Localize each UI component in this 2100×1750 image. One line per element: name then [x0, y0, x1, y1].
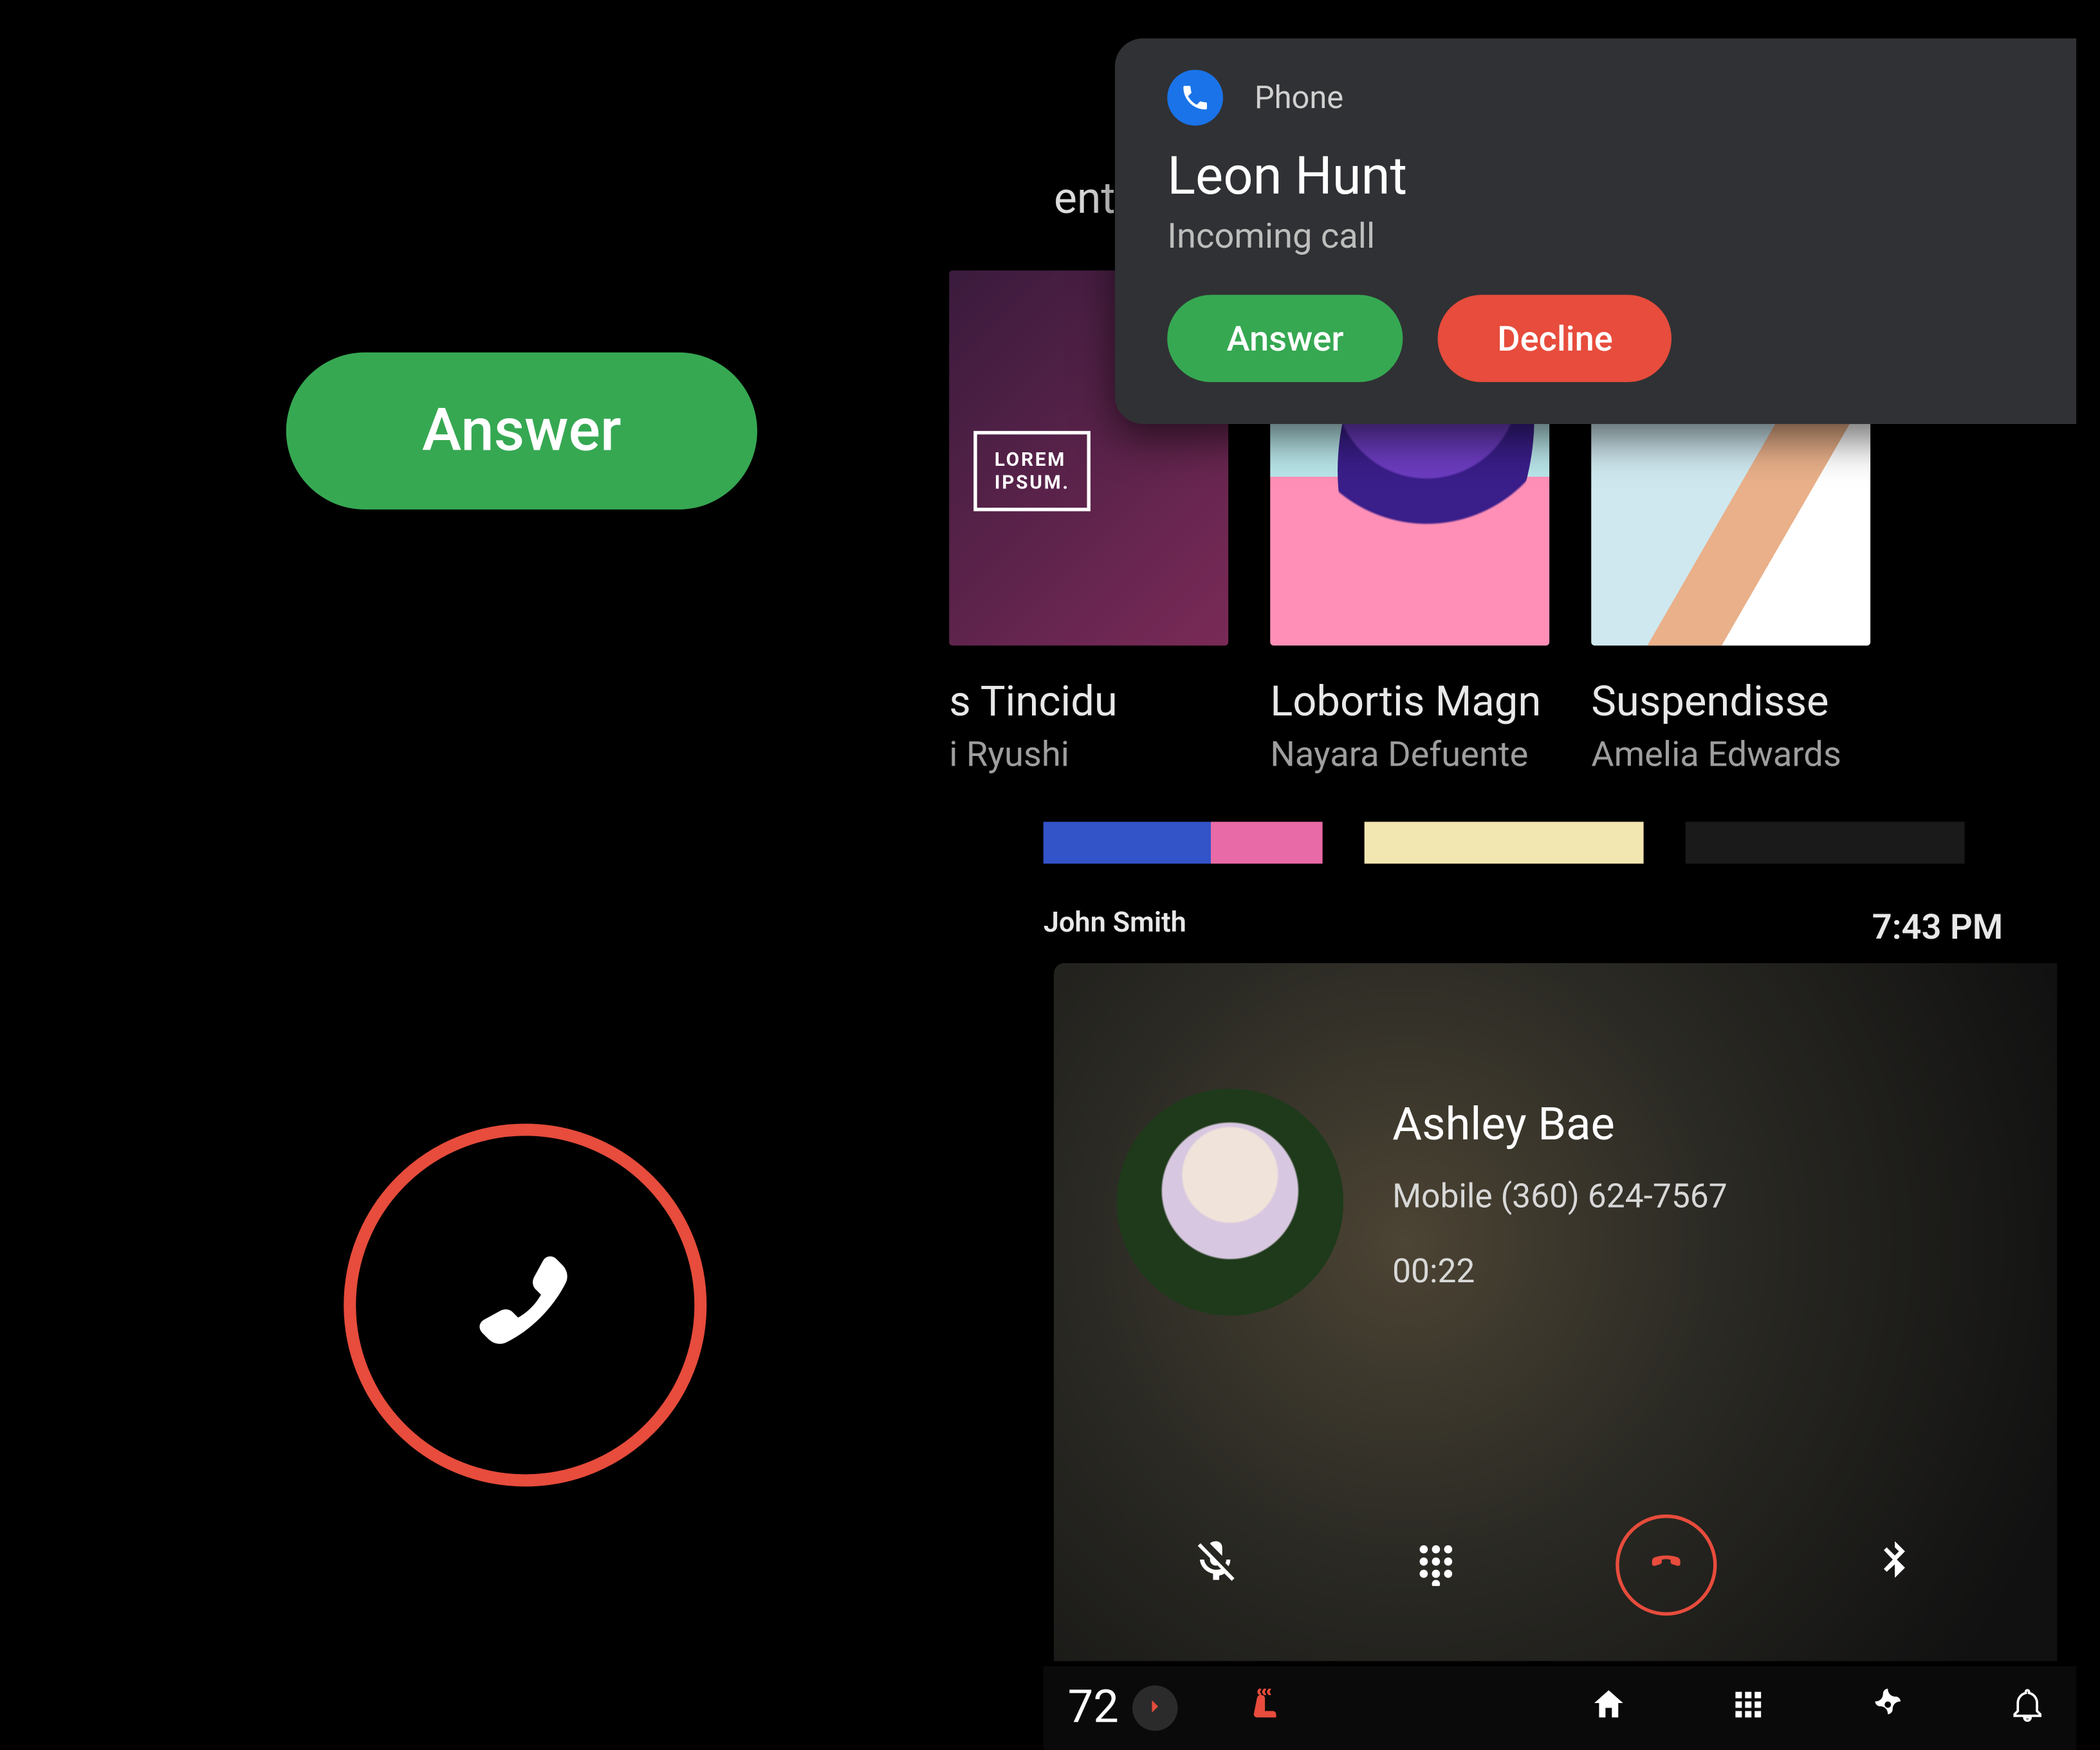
- status-clock: 7:43 PM: [1872, 905, 2003, 947]
- bluetooth-button[interactable]: [1853, 1523, 1937, 1607]
- bell-icon: [2008, 1686, 2047, 1731]
- apps-button[interactable]: [1713, 1686, 1783, 1731]
- bluetooth-icon: [1870, 1537, 1919, 1593]
- home-icon: [1590, 1686, 1628, 1731]
- incoming-call-card: Phone Leon Hunt Incoming call Answer Dec…: [1115, 39, 2076, 424]
- mute-button[interactable]: [1174, 1523, 1258, 1607]
- system-navbar: 72: [1044, 1666, 2076, 1750]
- dialpad-icon: [1412, 1537, 1461, 1593]
- home-button[interactable]: [1574, 1686, 1643, 1731]
- media-subtitle: Nayara Defuente: [1270, 733, 1549, 775]
- end-call-icon: [447, 1223, 603, 1387]
- media-title: s Tincidu: [949, 677, 1228, 726]
- dialpad-button[interactable]: [1395, 1523, 1478, 1607]
- notifications-button[interactable]: [1993, 1686, 2062, 1731]
- status-bar: John Smith 7:43 PM: [1044, 905, 2076, 947]
- media-carousel-row2-peek: [1044, 822, 1965, 863]
- decline-button-label: Decline: [1497, 318, 1613, 360]
- apps-grid-icon: [1729, 1686, 1767, 1731]
- media-title: Lobortis Magn: [1270, 677, 1549, 726]
- temperature-expand-button[interactable]: [1133, 1686, 1179, 1731]
- media-thumbnail-peek: [1365, 822, 1644, 863]
- answer-button-large-label: Answer: [422, 396, 622, 466]
- end-call-button[interactable]: [1615, 1515, 1716, 1616]
- answer-button-label: Answer: [1226, 318, 1343, 360]
- chevron-right-icon: [1143, 1691, 1168, 1725]
- media-thumbnail-peek: [1686, 822, 1965, 863]
- ongoing-call-name: Ashley Bae: [1392, 1099, 1727, 1151]
- phone-app-icon: [1167, 69, 1223, 125]
- incoming-call-app-label: Phone: [1255, 79, 1343, 116]
- fan-button[interactable]: [1853, 1686, 1922, 1731]
- contact-avatar: [1117, 1089, 1344, 1316]
- media-subtitle: i Ryushi: [949, 733, 1228, 775]
- decline-button[interactable]: Decline: [1438, 295, 1672, 382]
- ongoing-call-duration: 00:22: [1392, 1251, 1727, 1291]
- ongoing-call-number: Mobile (360) 624-7567: [1392, 1176, 1727, 1216]
- background-text-fragment: ent: [1054, 174, 1116, 225]
- end-call-button-large[interactable]: [344, 1123, 706, 1486]
- incoming-caller-name: Leon Hunt: [1167, 147, 2024, 208]
- fan-icon: [1868, 1686, 1907, 1731]
- mic-off-icon: [1192, 1537, 1241, 1593]
- ongoing-call-panel: Ashley Bae Mobile (360) 624-7567 00:22: [1054, 963, 2057, 1661]
- status-user-name: John Smith: [1044, 905, 1186, 947]
- media-title: Suspendisse: [1591, 677, 1870, 726]
- answer-button-large[interactable]: Answer: [286, 353, 757, 510]
- seat-heater-button[interactable]: [1231, 1686, 1300, 1731]
- cabin-temperature[interactable]: 72: [1068, 1682, 1119, 1734]
- media-subtitle: Amelia Edwards: [1591, 733, 1870, 775]
- answer-button[interactable]: Answer: [1167, 295, 1403, 382]
- media-thumbnail-peek: [1044, 822, 1323, 863]
- incoming-call-subtitle: Incoming call: [1167, 215, 2024, 257]
- end-call-icon: [1639, 1537, 1691, 1593]
- seat-heater-icon: [1246, 1686, 1285, 1731]
